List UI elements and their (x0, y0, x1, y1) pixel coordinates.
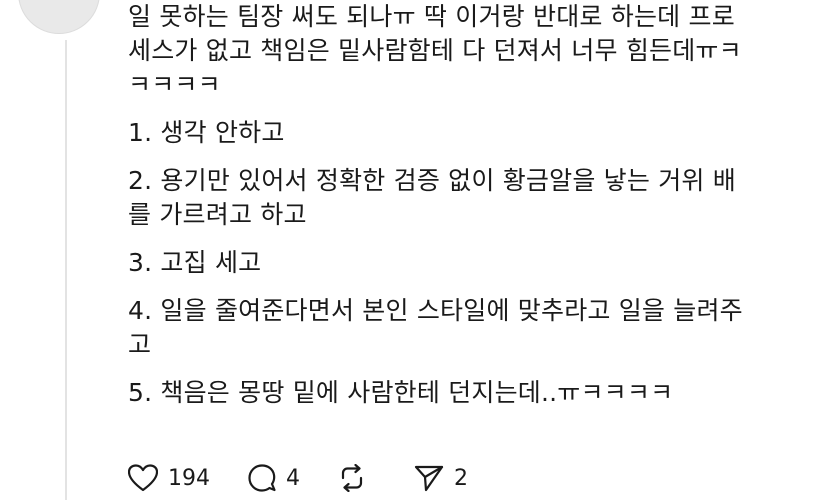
text-line: 세스가 없고 책임은 밑사람함테 다 던져서 너무 힘든데ㅠㅋ (128, 36, 742, 65)
like-button[interactable]: 194 (128, 464, 210, 492)
post-intro: 일 못하는 팀장 써도 되나ㅠ 딱 이거랑 반대로 하는데 프로 세스가 없고 … (128, 0, 818, 102)
action-bar: 194 4 2 (128, 456, 506, 500)
comment-button[interactable]: 4 (248, 464, 300, 492)
list-item: 4. 일을 줄여준다면서 본인 스타일에 맞추라고 일을 늘려주 고 (128, 294, 818, 362)
thread-line (65, 40, 67, 500)
heart-icon[interactable] (128, 464, 158, 492)
like-count: 194 (168, 465, 210, 491)
text-line: ㅋㅋㅋㅋ (128, 70, 221, 99)
text-line: 4. 일을 줄여준다면서 본인 스타일에 맞추라고 일을 늘려주 (128, 296, 743, 325)
repost-button[interactable] (338, 464, 376, 492)
list-item: 3. 고집 세고 (128, 246, 818, 280)
post-body: 일 못하는 팀장 써도 되나ㅠ 딱 이거랑 반대로 하는데 프로 세스가 없고 … (128, 0, 818, 410)
avatar[interactable] (18, 0, 100, 34)
text-line: 일 못하는 팀장 써도 되나ㅠ 딱 이거랑 반대로 하는데 프로 (128, 2, 735, 31)
text-line: 3. 고집 세고 (128, 248, 262, 277)
comment-icon[interactable] (248, 464, 276, 492)
text-line: 5. 책음은 몽땅 밑에 사람한테 던지는데..ㅠㅋㅋㅋㅋ (128, 378, 674, 407)
author-avatar-group[interactable]: + (18, 0, 100, 34)
text-line: 2. 용기만 있어서 정확한 검증 없이 황금알을 낳는 거위 배 (128, 166, 736, 195)
repost-icon[interactable] (338, 464, 366, 492)
text-line: 를 가르려고 하고 (128, 200, 307, 229)
send-icon[interactable] (414, 464, 444, 492)
post-list: 1. 생각 안하고 2. 용기만 있어서 정확한 검증 없이 황금알을 낳는 거… (128, 116, 818, 410)
list-item: 1. 생각 안하고 (128, 116, 818, 150)
comment-count: 4 (286, 465, 300, 491)
text-line: 고 (128, 330, 152, 359)
list-item: 5. 책음은 몽땅 밑에 사람한테 던지는데..ㅠㅋㅋㅋㅋ (128, 376, 818, 410)
list-item: 2. 용기만 있어서 정확한 검증 없이 황금알을 낳는 거위 배 를 가르려고… (128, 164, 818, 232)
share-button[interactable]: 2 (414, 464, 468, 492)
share-count: 2 (454, 465, 468, 491)
text-line: 1. 생각 안하고 (128, 118, 285, 147)
